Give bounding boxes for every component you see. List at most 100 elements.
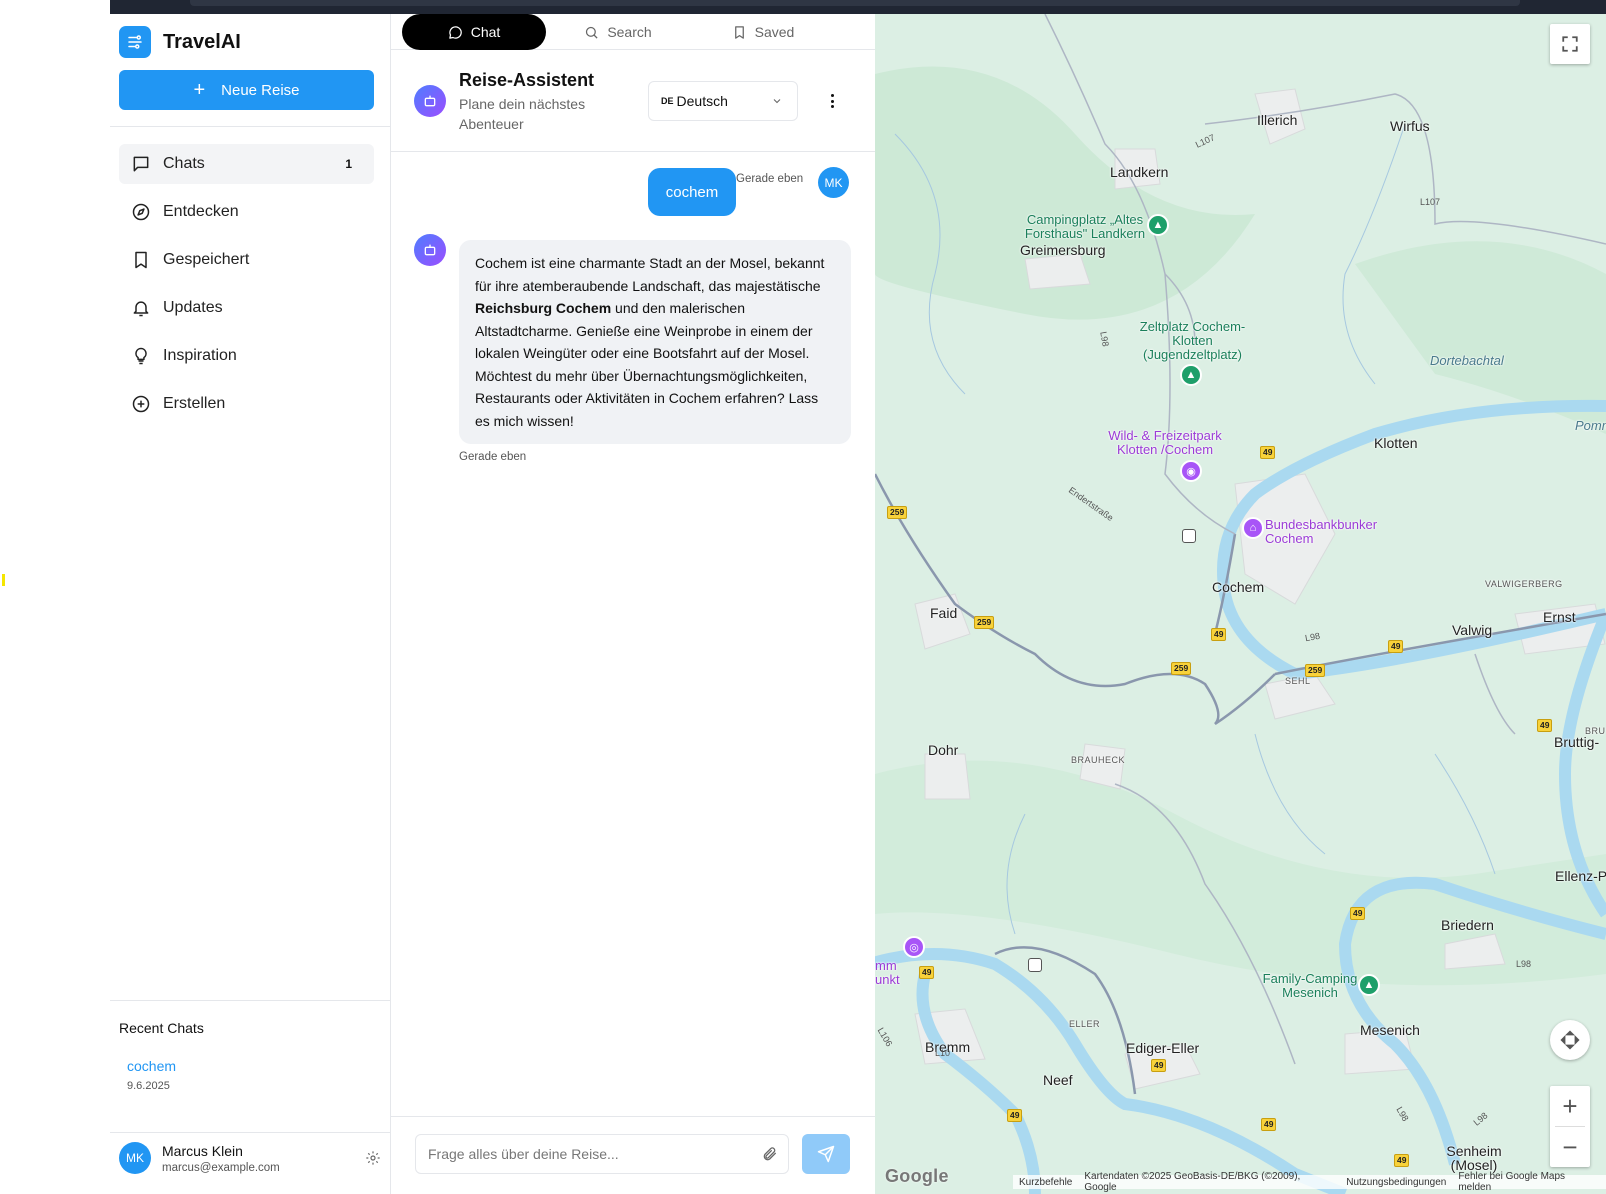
bot-avatar-icon <box>414 234 446 266</box>
assistant-title: Reise-Assistent <box>459 70 595 90</box>
sidebar-item-inspiration[interactable]: Inspiration <box>119 336 374 376</box>
campground-icon[interactable]: ▲ <box>1147 214 1169 236</box>
tab-saved[interactable]: Saved <box>691 14 835 50</box>
sidebar-item-saved[interactable]: Gespeichert <box>119 240 374 280</box>
tab-label: Saved <box>754 24 795 40</box>
map-place-label: Wirfus <box>1390 118 1430 134</box>
sidebar-item-chats[interactable]: Chats 1 <box>119 144 374 184</box>
road-shield: 49 <box>1537 719 1553 732</box>
sidebar-item-updates[interactable]: Updates <box>119 288 374 328</box>
sidebar-item-label: Gespeichert <box>163 251 250 268</box>
chat-input[interactable] <box>415 1134 789 1174</box>
tab-search[interactable]: Search <box>546 14 690 50</box>
map-attribution: Kurzbefehle Kartendaten ©2025 GeoBasis-D… <box>1013 1171 1606 1193</box>
terms-link[interactable]: Nutzungsbedingungen <box>1346 1177 1446 1188</box>
map-place-label: Ediger-Eller <box>1126 1040 1200 1056</box>
zoom-in-button[interactable]: + <box>1550 1086 1590 1126</box>
assistant-message: Cochem ist eine charmante Stadt an der M… <box>459 240 851 444</box>
train-station-icon[interactable] <box>1028 958 1042 972</box>
recent-chat-date: 9.6.2025 <box>127 1080 170 1092</box>
map-camera-control[interactable] <box>1550 1020 1590 1060</box>
sidebar-item-label: Inspiration <box>163 347 237 364</box>
attraction-icon[interactable]: ◉ <box>1180 460 1202 482</box>
chat-count-badge: 1 <box>345 157 352 171</box>
train-station-icon[interactable] <box>1182 529 1196 543</box>
map-place-label: Faid <box>930 605 958 621</box>
chat-bubble-icon <box>133 156 149 172</box>
map-place-label: Neef <box>1043 1072 1073 1088</box>
divider <box>110 126 391 127</box>
map-view[interactable]: Illerich Wirfus Landkern Greimersburg Kl… <box>875 14 1606 1194</box>
road-shield: 49 <box>1007 1109 1023 1122</box>
recent-chats-title: Recent Chats <box>119 1020 204 1036</box>
send-icon <box>817 1145 835 1163</box>
map-place-label: Ernst <box>1543 609 1576 625</box>
road-shield: 49 <box>1260 446 1276 459</box>
new-trip-button[interactable]: + Neue Reise <box>119 70 374 110</box>
assistant-message-text: und den malerischen Altstadtcharme. Geni… <box>475 300 819 429</box>
message-timestamp: Gerade eben <box>459 451 527 463</box>
map-place-label: mm unkt <box>875 958 900 987</box>
tab-label: Chat <box>470 24 501 40</box>
plus-circle-icon <box>132 395 150 413</box>
map-locality-label: ELLER <box>1069 1019 1101 1029</box>
app-name: TravelAI <box>163 30 241 53</box>
sidebar-item-label: Erstellen <box>163 395 226 412</box>
sidebar-item-create[interactable]: Erstellen <box>119 384 374 424</box>
map-water-label: Pomm <box>1575 418 1606 433</box>
address-bar[interactable] <box>190 0 1520 6</box>
user-message: cochem <box>648 168 736 216</box>
language-select[interactable]: DE Deutsch <box>648 81 798 121</box>
more-options-icon[interactable] <box>824 92 840 110</box>
bell-icon <box>133 301 149 317</box>
sidebar: TravelAI + Neue Reise Chats 1 Entdecken … <box>110 14 391 1194</box>
assistant-message-text: Cochem ist eine charmante Stadt an der M… <box>475 255 825 294</box>
language-value: Deutsch <box>676 93 728 109</box>
road-label: L107 <box>1420 197 1441 207</box>
sidebar-item-discover[interactable]: Entdecken <box>119 192 374 232</box>
museum-icon[interactable]: ⌂ <box>1242 517 1264 539</box>
pan-arrows-icon <box>1560 1030 1580 1050</box>
assistant-subtitle: Plane dein nächstes Abenteuer <box>459 96 586 132</box>
map-place-label: Ellenz-P <box>1555 868 1606 884</box>
map-place-label: Valwig <box>1452 622 1493 638</box>
tab-chat[interactable]: Chat <box>402 14 546 50</box>
map-locality-label: VALWIGERBERG <box>1485 579 1563 589</box>
zoom-control: + − <box>1550 1086 1590 1167</box>
map-poi-label: Wild- & Freizeitpark Klotten /Cochem <box>1108 428 1222 457</box>
map-locality-label: BRU <box>1585 726 1606 736</box>
bookmark-icon <box>135 251 147 269</box>
recent-chat-item[interactable]: cochem 9.6.2025 <box>127 1058 176 1092</box>
road-shield: 259 <box>1305 664 1326 677</box>
google-logo: Google <box>885 1166 949 1186</box>
keyboard-shortcuts-link[interactable]: Kurzbefehle <box>1019 1177 1072 1188</box>
road-shield: 49 <box>1394 1154 1410 1167</box>
road-shield: 259 <box>887 506 908 519</box>
avatar[interactable]: MK <box>119 1142 151 1174</box>
fullscreen-button[interactable] <box>1550 24 1590 64</box>
avatar: MK <box>818 167 849 198</box>
campground-icon[interactable]: ▲ <box>1180 364 1202 386</box>
map-place-label: Klotten <box>1374 435 1418 451</box>
gear-icon[interactable] <box>365 1150 381 1166</box>
report-error-link[interactable]: Fehler bei Google Maps melden <box>1458 1171 1600 1193</box>
campground-icon[interactable]: ▲ <box>1358 974 1380 996</box>
send-button[interactable] <box>802 1134 850 1174</box>
zoom-out-button[interactable]: − <box>1550 1127 1590 1167</box>
paperclip-icon[interactable] <box>762 1146 778 1162</box>
map-place-label: Greimersburg <box>1020 242 1106 258</box>
divider <box>110 1132 391 1133</box>
sidebar-item-label: Chats <box>163 155 205 172</box>
map-place-label: Illerich <box>1257 112 1298 128</box>
road-label: L10 <box>935 1048 951 1058</box>
camera-icon[interactable]: ◎ <box>903 936 925 958</box>
plus-icon: + <box>193 79 206 101</box>
recent-chat-name: cochem <box>127 1058 177 1074</box>
sidebar-nav: Chats 1 Entdecken Gespeichert Updates In… <box>119 144 374 432</box>
road-shield: 49 <box>1388 640 1404 653</box>
map-locality-label: BRAUHECK <box>1071 755 1126 765</box>
chat-bubble-icon <box>448 25 462 39</box>
bot-avatar-icon <box>414 85 446 117</box>
assistant-message-bold: Reichsburg Cochem <box>475 300 612 316</box>
map-poi-label: Bundesbankbunker Cochem <box>1265 517 1378 546</box>
